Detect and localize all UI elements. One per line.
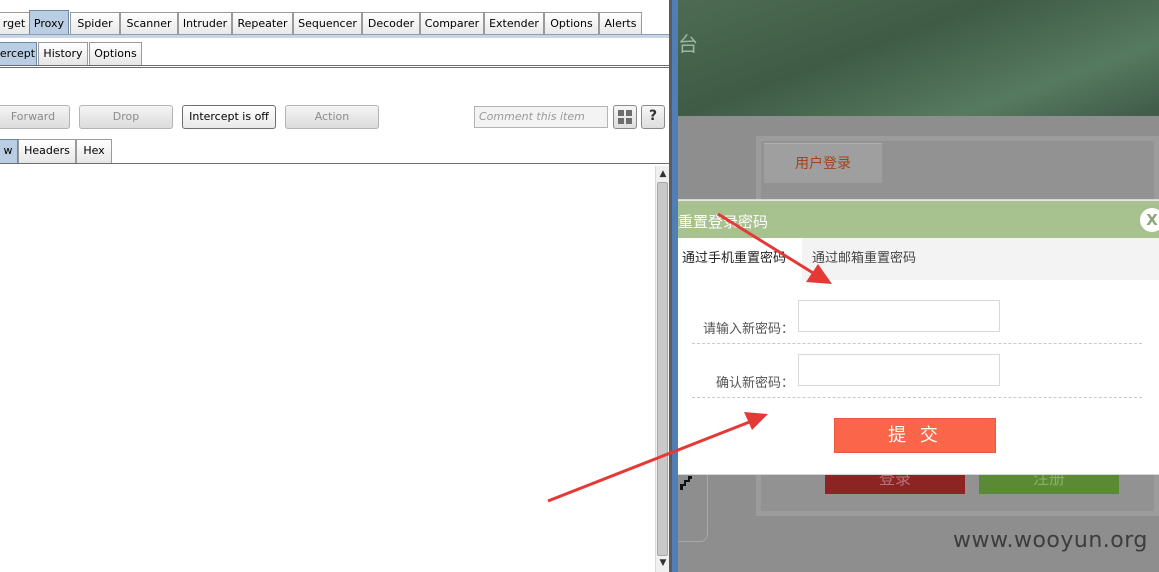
intercept-toggle-button[interactable]: Intercept is off [182,105,276,129]
confirm-password-row: 确认新密码： [692,354,1142,408]
reset-password-modal: 重置登录密码 X 通过手机重置密码 通过邮箱重置密码 请输入新密码： 确认新密码… [678,200,1159,474]
tab-scanner[interactable]: Scanner [120,12,178,36]
stairs-icon [680,476,692,490]
new-password-label: 请输入新密码： [702,322,794,337]
tab-decoder[interactable]: Decoder [362,12,420,36]
tab-user-login[interactable]: 用户登录 [764,143,882,183]
new-password-input[interactable] [798,300,1000,332]
scroll-up-arrow-icon[interactable]: ▲ [657,167,669,181]
tab-hex[interactable]: Hex [76,139,112,163]
message-editor[interactable] [0,166,655,572]
tab-intercept[interactable]: ercept [0,42,37,65]
close-icon[interactable]: X [1140,208,1159,232]
tab-extender[interactable]: Extender [484,12,544,36]
message-tab-bar: w Headers Hex [0,138,672,166]
tab-intruder[interactable]: Intruder [178,12,232,36]
submit-button[interactable]: 提 交 [834,418,996,453]
row-divider [692,397,1142,398]
editor-scrollbar[interactable]: ▲ ▼ [655,166,669,572]
tab-raw[interactable]: w [0,139,18,163]
reset-method-tabs: 通过手机重置密码 通过邮箱重置密码 [678,238,1159,280]
tab-spider[interactable]: Spider [70,12,120,36]
comment-input[interactable]: Comment this item [474,106,608,128]
browser-page: 台 用户登录 登录 注册 www.wooyun.org 重置登录密码 X 通过手… [678,0,1159,572]
modal-header: 重置登录密码 X [678,200,1159,238]
scroll-down-arrow-icon[interactable]: ▼ [657,556,669,570]
main-tab-bar: rget Proxy Spider Scanner Intruder Repea… [0,0,672,38]
tab-sequencer[interactable]: Sequencer [293,12,362,36]
tab-target[interactable]: rget [0,12,30,36]
tab-proxy[interactable]: Proxy [29,10,69,36]
tab-history[interactable]: History [38,42,88,65]
burp-suite-window: rget Proxy Spider Scanner Intruder Repea… [0,0,672,572]
tab-reset-by-phone[interactable]: 通过手机重置密码 [678,238,802,280]
tab-options[interactable]: Options [544,12,599,36]
page-banner: 台 [678,0,1159,116]
tab-alerts[interactable]: Alerts [599,12,642,36]
banner-text-fragment: 台 [678,32,698,56]
help-icon[interactable]: ? [641,105,665,129]
row-divider [692,343,1142,344]
confirm-password-input[interactable] [798,354,1000,386]
scrollbar-thumb[interactable] [657,182,668,556]
proxy-sub-tab-bar: ercept History Options [0,38,672,68]
new-password-row: 请输入新密码： [692,300,1142,354]
modal-title: 重置登录密码 [678,213,769,231]
confirm-password-label: 确认新密码： [715,376,794,391]
action-button[interactable]: Action [285,105,379,129]
layout-grid-icon[interactable] [613,105,637,129]
tab-proxy-options[interactable]: Options [89,42,142,65]
tab-reset-by-email[interactable]: 通过邮箱重置密码 [812,238,916,280]
tab-repeater[interactable]: Repeater [232,12,293,36]
watermark: www.wooyun.org [953,528,1148,553]
forward-button[interactable]: Forward [0,105,70,129]
sub-tab-band [0,65,672,68]
drop-button[interactable]: Drop [79,105,173,129]
tab-headers[interactable]: Headers [18,139,76,163]
tab-comparer[interactable]: Comparer [420,12,484,36]
